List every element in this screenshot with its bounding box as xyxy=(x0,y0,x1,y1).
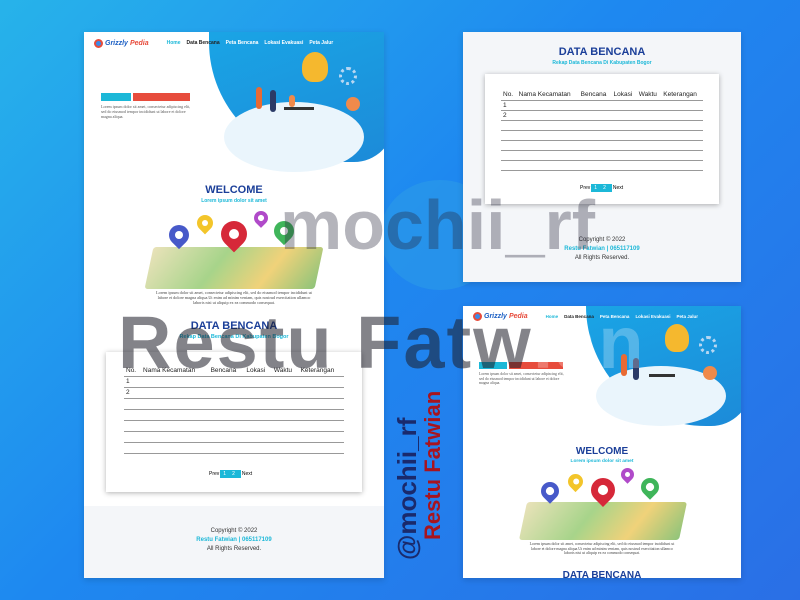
data-section-title: DATA BENCANA xyxy=(558,46,646,58)
map-pin-icon xyxy=(564,470,587,493)
footer-copyright: Copyright © 2022 xyxy=(210,528,258,534)
logo[interactable]: Grizzly Pedia xyxy=(473,311,528,321)
logo-icon xyxy=(473,311,482,321)
person-illustration xyxy=(270,90,276,112)
lightbulb-icon xyxy=(302,52,328,82)
person-illustration xyxy=(346,97,360,111)
nav-peta-bencana[interactable]: Peta Bencana xyxy=(600,314,630,319)
nav-home[interactable]: Home xyxy=(167,40,181,46)
lightbulb-icon xyxy=(665,324,689,352)
table-header-cell: Bencana xyxy=(578,90,612,101)
watermark-handle: mochii_rf xyxy=(280,186,596,264)
data-section-subtitle: Rekap Data Bencana Di Kabupaten Bogor xyxy=(552,60,652,66)
logo-icon xyxy=(94,38,103,48)
table-row xyxy=(501,130,703,141)
table-row xyxy=(501,140,703,151)
welcome-title: WELCOME xyxy=(575,446,629,457)
table-row: 2 xyxy=(124,387,344,399)
gear-icon xyxy=(699,336,717,354)
desk-illustration xyxy=(284,107,314,110)
hero-cloud xyxy=(224,102,364,172)
logo-text: Grizzly xyxy=(484,312,507,320)
table-row xyxy=(124,398,344,410)
pager-page-2[interactable]: 2 xyxy=(600,184,612,192)
map-pin-icon xyxy=(637,474,663,500)
navbar: Grizzly Pedia Home Data Bencana Peta Ben… xyxy=(463,306,741,326)
hero-primary-button[interactable] xyxy=(101,93,131,101)
table-row xyxy=(501,160,703,171)
nav-peta-bencana[interactable]: Peta Bencana xyxy=(226,40,259,46)
nav-lokasi-evakuasi[interactable]: Lokasi Evakuasi xyxy=(635,314,670,319)
table-row xyxy=(124,409,344,421)
table-header-cell: Waktu xyxy=(636,90,662,101)
table-header-cell: Keterangan xyxy=(661,90,703,101)
nav-peta-jalur[interactable]: Peta Jalur xyxy=(309,40,333,46)
nav-home[interactable]: Home xyxy=(546,314,559,319)
hero-text: Lorem ipsum dolor sit amet, consectetur … xyxy=(101,104,191,119)
table-row: 1 xyxy=(501,100,703,111)
table-row: 2 xyxy=(501,110,703,121)
map-pin-icon xyxy=(618,465,637,484)
person-illustration xyxy=(289,95,295,107)
table-row xyxy=(501,120,703,131)
pager-page-2[interactable]: 2 xyxy=(229,470,241,478)
map-pin-icon xyxy=(251,208,271,228)
data-table: No. Nama Kecamatan Bencana Lokasi Waktu … xyxy=(501,90,703,171)
welcome-subtitle: Lorem ipsum dolor sit amet xyxy=(570,459,634,464)
table-row xyxy=(501,150,703,161)
person-illustration xyxy=(703,366,717,380)
nav-data-bencana[interactable]: Data Bencana xyxy=(564,314,594,319)
table-header-cell: Nama Kecamatan xyxy=(516,90,579,101)
vertical-name-text: Restu Fatwian xyxy=(420,390,445,540)
nav-peta-jalur[interactable]: Peta Jalur xyxy=(676,314,698,319)
map-pin-icon xyxy=(164,220,194,250)
welcome-paragraph: Lorem ipsum dolor sit amet, consectetur … xyxy=(529,542,675,556)
map-illustration xyxy=(513,465,693,541)
footer: Copyright © 2022 Restu Fatwian | 0651171… xyxy=(84,527,384,554)
pager-prev[interactable]: Prev xyxy=(208,470,220,478)
vertical-handle-text: @mochii_rf xyxy=(392,417,422,560)
table-header-cell: Lokasi xyxy=(611,90,637,101)
pager-next[interactable]: Next xyxy=(241,470,253,478)
footer-author: Restu Fatwian | 065117109 xyxy=(196,537,272,543)
footer-rights: All Rights Reserved. xyxy=(206,546,262,552)
navbar: Grizzly Pedia Home Data Bencana Peta Ben… xyxy=(84,32,384,54)
nav-data-bencana[interactable]: Data Bencana xyxy=(187,40,220,46)
pager-next[interactable]: Next xyxy=(612,184,624,192)
desk-illustration xyxy=(649,374,675,377)
table-row xyxy=(124,442,344,454)
hero-secondary-button[interactable] xyxy=(133,93,190,101)
gear-icon xyxy=(339,67,357,85)
pagination: Prev 1 2 Next xyxy=(208,470,253,478)
person-illustration xyxy=(256,87,262,109)
logo-text-accent: Pedia xyxy=(129,39,149,47)
data-section-title: DATA BENCANA xyxy=(562,570,642,578)
nav-lokasi-evakuasi[interactable]: Lokasi Evakuasi xyxy=(264,40,303,46)
map-pin-icon xyxy=(537,478,563,504)
pager-page-1[interactable]: 1 xyxy=(220,470,230,478)
logo-text: Grizzly xyxy=(105,39,128,47)
table-row xyxy=(124,431,344,443)
table-header-cell: No. xyxy=(501,90,517,101)
map-pin-icon xyxy=(193,211,217,235)
logo-text-accent: Pedia xyxy=(508,312,528,320)
table-row xyxy=(124,420,344,432)
logo[interactable]: Grizzly Pedia xyxy=(94,38,149,48)
